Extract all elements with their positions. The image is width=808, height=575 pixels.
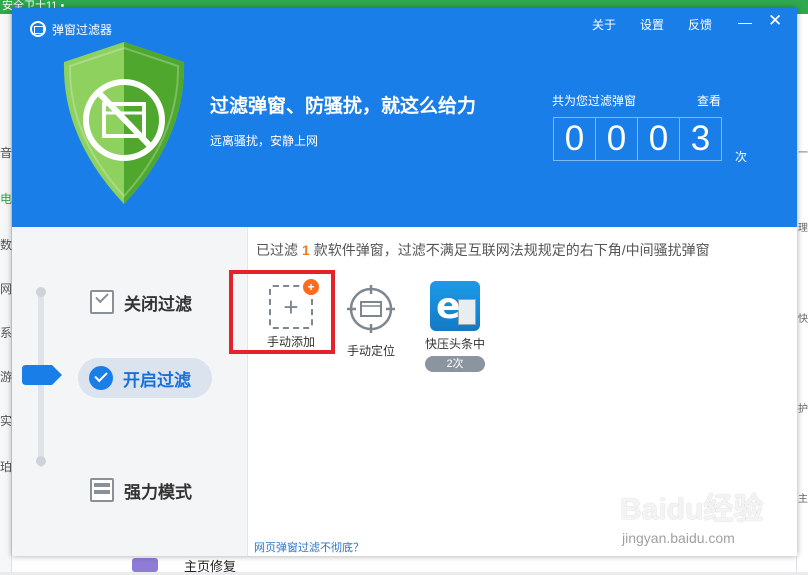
counter-label: 共为您过滤弹窗 xyxy=(552,94,637,108)
background-bottom-row: 主页修复 xyxy=(12,556,796,574)
crosshair-icon xyxy=(347,285,395,333)
counter-digit: 0 xyxy=(554,118,596,160)
background-right-strip: 一 理 快 护 主页 xyxy=(796,14,808,572)
background-left-item: 网 xyxy=(0,282,12,296)
checkbox-icon xyxy=(90,290,114,314)
view-history-link[interactable]: 查看 xyxy=(697,92,721,109)
mode-strong-option[interactable]: 强力模式 xyxy=(90,470,192,510)
filtered-app-label: 快压头条中 xyxy=(424,337,485,351)
background-right-item: 一 xyxy=(798,148,808,159)
window-title: 弹窗过滤器 xyxy=(52,23,113,37)
mode-off-label: 关闭过滤 xyxy=(124,294,192,314)
counter-unit: 次 xyxy=(735,150,748,164)
background-bottom-label: 主页修复 xyxy=(184,559,237,574)
manual-locate-tile[interactable]: 手动定位 xyxy=(336,279,406,359)
filter-summary-count: 1 xyxy=(302,242,310,258)
background-left-item: 音 xyxy=(0,146,12,160)
menu-feedback[interactable]: 反馈 xyxy=(688,16,712,33)
filter-summary: 已过滤 1 款软件弹窗，过滤不满足互联网法规规定的右下角/中间骚扰弹窗 xyxy=(256,240,710,260)
counter-digit: 3 xyxy=(690,119,711,158)
window-header: 弹窗过滤器 关于 设置 反馈 — ✕ 过滤弹窗、防骚扰，就这么给力 远离骚扰，安… xyxy=(12,8,797,227)
background-left-item: 游 xyxy=(0,370,12,384)
mode-on-option[interactable]: 开启过滤 xyxy=(78,358,212,398)
mode-slider-handle[interactable] xyxy=(22,363,64,387)
check-circle-icon xyxy=(89,366,113,390)
mode-on-label: 开启过滤 xyxy=(123,370,191,390)
subline: 远离骚扰，安静上网 xyxy=(210,134,319,148)
background-left-item: 珀 xyxy=(0,460,12,474)
mode-strong-label: 强力模式 xyxy=(124,482,192,502)
background-left-item: 实 xyxy=(0,414,12,428)
mode-slider-stop[interactable] xyxy=(36,287,46,297)
minimize-button[interactable]: — xyxy=(738,14,752,30)
strong-mode-icon xyxy=(90,478,114,502)
repair-icon xyxy=(132,558,158,572)
background-right-item: 理 xyxy=(798,223,808,234)
background-right-item: 护 xyxy=(798,404,808,415)
filtered-app-tile[interactable]: e 快压头条中 2次 xyxy=(420,279,490,372)
background-left-item: 系 xyxy=(0,326,12,340)
background-left-strip: 音 电 数 网 系 游 实 珀 xyxy=(0,14,12,572)
manual-locate-label: 手动定位 xyxy=(346,344,395,358)
counter-digit: 0 xyxy=(596,118,638,160)
filtered-counter: 0 0 0 3 xyxy=(553,117,722,161)
app-logo-icon xyxy=(30,21,46,37)
shield-icon xyxy=(63,42,185,204)
background-left-item: 电 xyxy=(0,192,12,206)
mode-panel: 关闭过滤 开启过滤 强力模式 xyxy=(12,227,248,556)
background-right-item: 主页 xyxy=(798,494,808,505)
filter-summary-suffix: 款软件弹窗，过滤不满足互联网法规规定的右下角/中间骚扰弹窗 xyxy=(313,242,710,258)
ie-app-icon: e xyxy=(430,281,480,331)
web-popup-help-link[interactable]: 网页弹窗过滤不彻底？ xyxy=(254,539,364,555)
filtered-count-badge: 2次 xyxy=(425,356,485,372)
highlight-box xyxy=(229,270,335,354)
background-right-item: 快 xyxy=(798,314,808,325)
menu-about[interactable]: 关于 xyxy=(592,16,616,33)
filter-content: 已过滤 1 款软件弹窗，过滤不满足互联网法规规定的右下角/中间骚扰弹窗 + + 手动… xyxy=(229,227,797,556)
popup-filter-window: 弹窗过滤器 关于 设置 反馈 — ✕ 过滤弹窗、防骚扰，就这么给力 远离骚扰，安… xyxy=(12,8,797,556)
mode-slider-stop[interactable] xyxy=(36,456,46,466)
counter-digit: 0 xyxy=(638,118,680,160)
headline: 过滤弹窗、防骚扰，就这么给力 xyxy=(210,96,477,117)
mode-off-option[interactable]: 关闭过滤 xyxy=(90,282,192,322)
filter-summary-prefix: 已过滤 xyxy=(256,242,298,258)
close-button[interactable]: ✕ xyxy=(768,11,782,31)
background-left-item: 数 xyxy=(0,238,12,252)
menu-settings[interactable]: 设置 xyxy=(640,16,664,33)
